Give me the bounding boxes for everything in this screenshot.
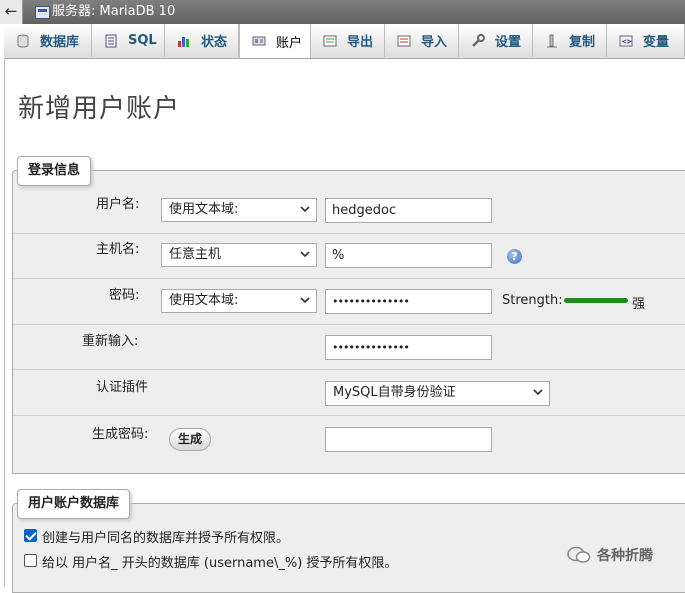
server-title[interactable]: 服务器: MariaDB 10 xyxy=(52,4,175,20)
hostname-label: 主机名: xyxy=(96,242,140,257)
tab-label: 复制 xyxy=(569,35,596,50)
select-value: 使用文本域: xyxy=(169,202,239,217)
help-icon[interactable]: ? xyxy=(507,249,522,264)
strength-meter xyxy=(564,298,628,303)
export-icon xyxy=(323,34,337,48)
svg-text:<>: <> xyxy=(622,37,632,46)
tab-label: 账户 xyxy=(276,35,303,51)
hostname-type-select[interactable]: 任意主机 xyxy=(161,243,317,267)
hostname-input[interactable]: % xyxy=(325,243,492,268)
create-db-checkbox[interactable] xyxy=(24,529,37,542)
tab-label: 状态 xyxy=(201,35,228,50)
tab-label: 导入 xyxy=(421,35,448,50)
replication-icon xyxy=(545,34,559,48)
chevron-down-icon xyxy=(533,389,543,396)
tab-sql[interactable]: SQL xyxy=(92,24,165,57)
chevron-down-icon xyxy=(300,251,310,258)
grant-wildcard-checkbox[interactable] xyxy=(24,554,37,567)
tab-label: 导出 xyxy=(347,35,374,50)
main-tabs: 数据库 SQL 状态 账户 导出 导入 设置 复制 <> 变量 xyxy=(4,24,685,59)
tab-settings[interactable]: 设置 xyxy=(459,24,533,57)
tab-status[interactable]: 状态 xyxy=(165,24,239,57)
login-info-legend: 登录信息 xyxy=(17,156,92,186)
user-database-legend: 用户账户数据库 xyxy=(17,489,131,519)
page-left-border xyxy=(4,58,5,586)
generated-password-input[interactable] xyxy=(325,427,492,452)
chevron-down-icon xyxy=(300,206,310,213)
strength-label: Strength: xyxy=(502,293,563,308)
generate-password-label: 生成密码: xyxy=(92,427,149,442)
select-value: 使用文本域: xyxy=(169,293,239,308)
tab-label: 设置 xyxy=(495,35,522,50)
tab-label: SQL xyxy=(128,33,157,48)
select-value: 任意主机 xyxy=(169,247,222,262)
tab-databases[interactable]: 数据库 xyxy=(4,24,92,57)
create-db-label[interactable]: 创建与用户同名的数据库并授予所有权限。 xyxy=(42,527,289,546)
strength-value: 强 xyxy=(632,297,646,312)
server-bar: ← 服务器: MariaDB 10 xyxy=(0,0,685,24)
accounts-icon xyxy=(252,34,266,48)
sql-icon xyxy=(104,34,118,48)
wechat-icon xyxy=(567,546,591,563)
database-icon xyxy=(16,34,30,48)
retype-password-input[interactable]: •••••••••••••• xyxy=(325,335,492,360)
tab-export[interactable]: 导出 xyxy=(311,24,385,57)
auth-plugin-label: 认证插件 xyxy=(96,380,149,395)
tab-label: 数据库 xyxy=(40,35,80,50)
tab-import[interactable]: 导入 xyxy=(385,24,459,57)
tab-replication[interactable]: 复制 xyxy=(533,24,607,57)
generate-password-button[interactable]: 生成 xyxy=(169,428,211,451)
back-arrow-icon[interactable]: ← xyxy=(0,0,23,24)
tab-variables[interactable]: <> 变量 xyxy=(607,24,685,57)
tab-accounts[interactable]: 账户 xyxy=(239,24,311,58)
watermark: 各种折腾 xyxy=(567,545,653,565)
username-input[interactable]: hedgedoc xyxy=(325,198,492,223)
variables-icon: <> xyxy=(619,34,633,48)
password-type-select[interactable]: 使用文本域: xyxy=(161,289,317,313)
username-label: 用户名: xyxy=(96,197,140,212)
page-title: 新增用户账户 xyxy=(18,94,181,124)
chevron-down-icon xyxy=(300,297,310,304)
password-input[interactable]: •••••••••••••• xyxy=(325,289,492,314)
password-label: 密码: xyxy=(109,288,140,303)
retype-label: 重新输入: xyxy=(82,334,139,349)
username-type-select[interactable]: 使用文本域: xyxy=(161,198,317,222)
auth-plugin-select[interactable]: MySQL自带身份验证 xyxy=(325,381,550,406)
status-icon xyxy=(177,34,191,48)
watermark-text: 各种折腾 xyxy=(597,548,653,564)
grant-wildcard-label[interactable]: 给以 用户名_ 开头的数据库 (username\_%) 授予所有权限。 xyxy=(42,552,397,571)
tab-label: 变量 xyxy=(643,35,670,50)
server-icon xyxy=(35,6,50,19)
select-value: MySQL自带身份验证 xyxy=(333,385,456,400)
settings-icon xyxy=(471,33,485,48)
import-icon xyxy=(397,34,411,48)
